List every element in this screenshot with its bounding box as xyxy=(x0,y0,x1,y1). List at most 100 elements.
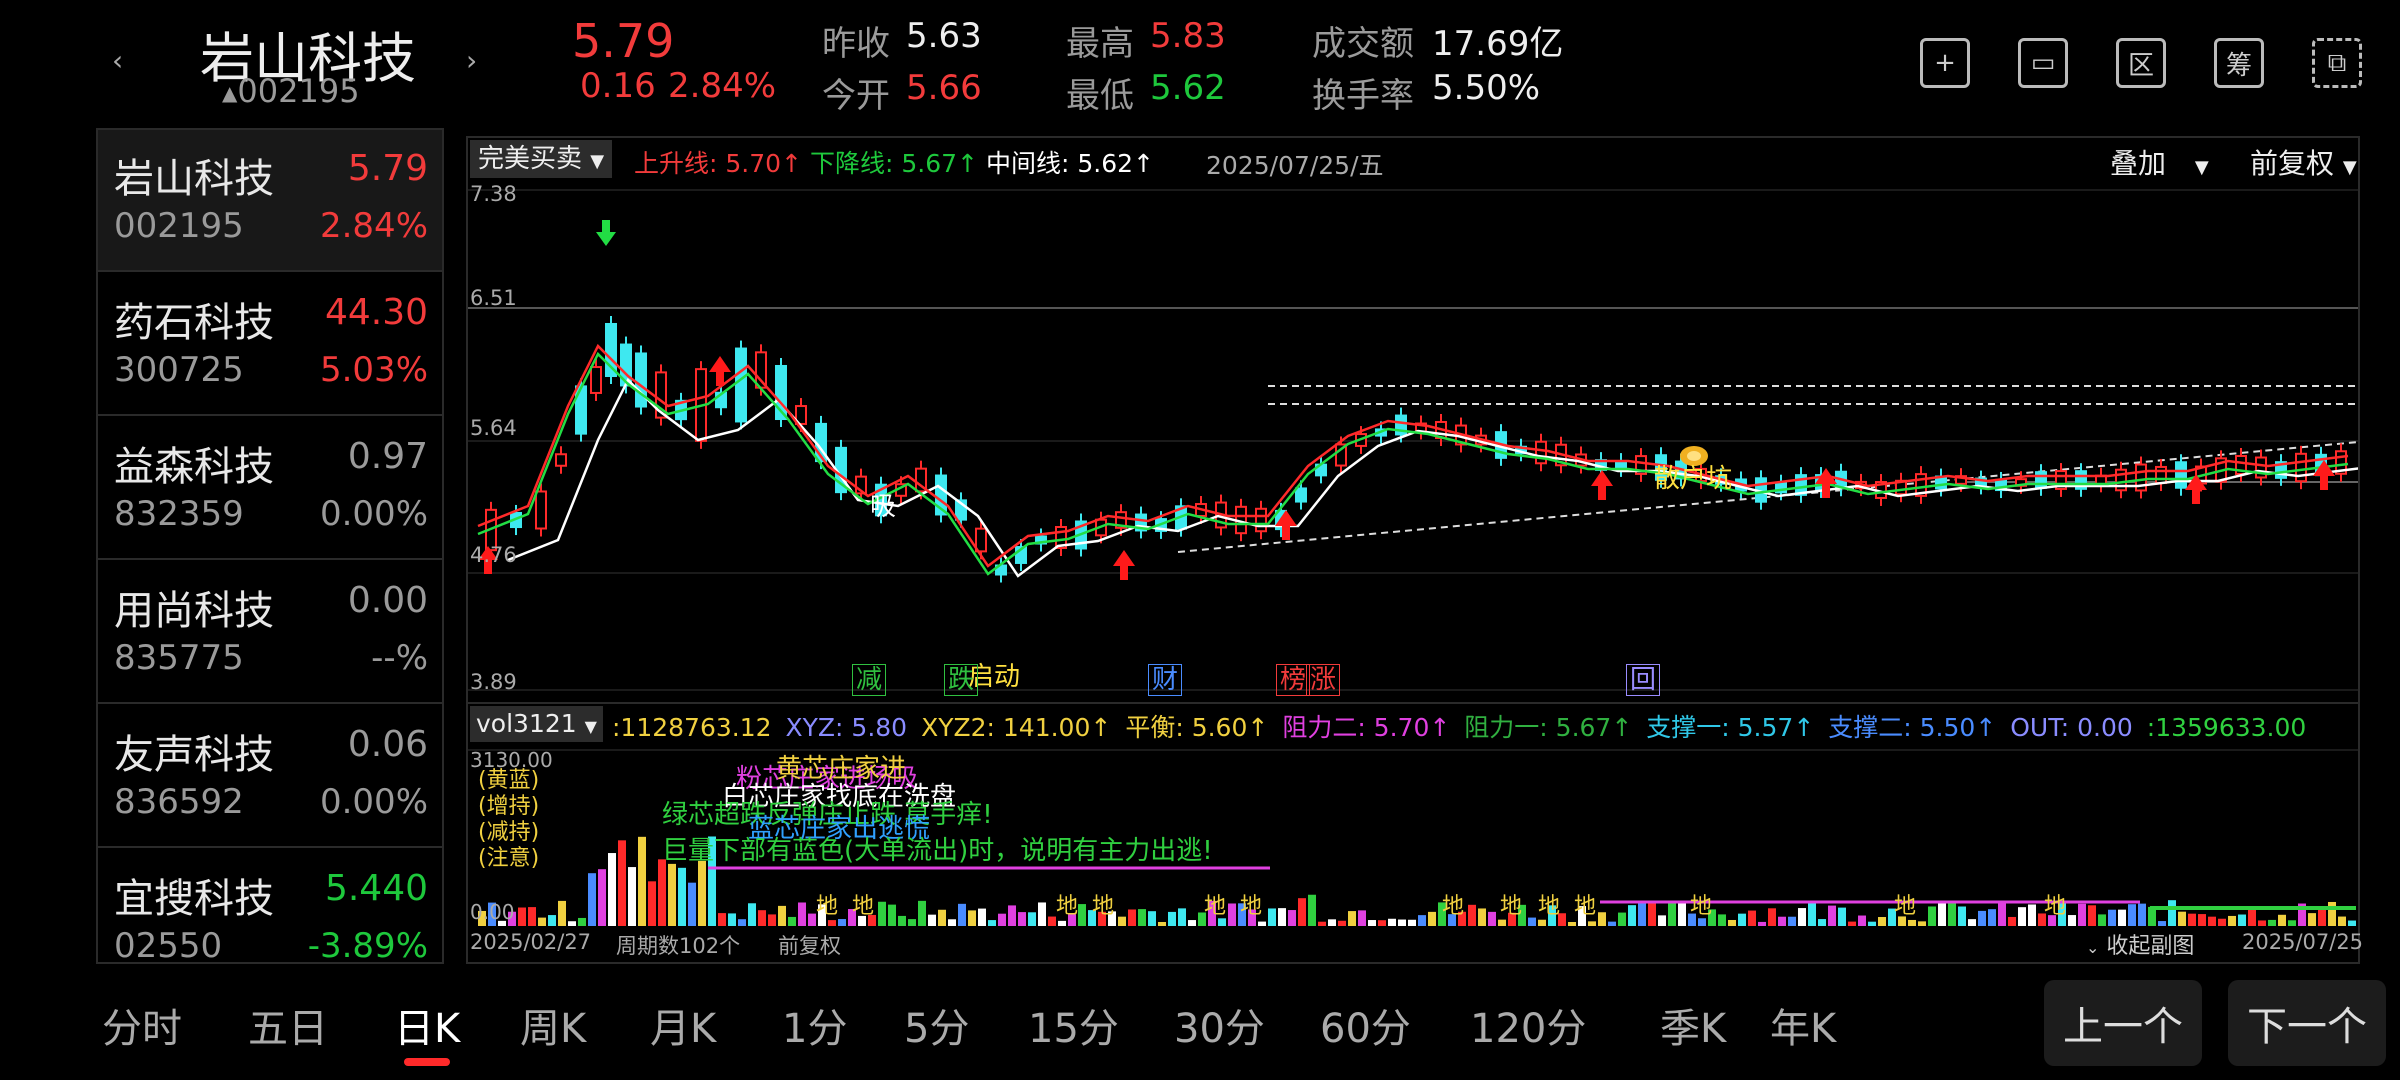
volume-bar xyxy=(888,904,896,926)
region-icon[interactable]: 区 xyxy=(2116,38,2166,88)
collapse-label: 收起副图 xyxy=(2106,934,2195,959)
watchlist-item[interactable]: 益森科技 832359 0.97 0.00% xyxy=(98,418,442,560)
tab-timeshare[interactable]: 分时 xyxy=(102,996,182,1054)
open-value: 5.66 xyxy=(906,68,982,108)
tab-120min[interactable]: 120分 xyxy=(1470,996,1586,1054)
watchlist-item[interactable]: 药石科技 300725 44.30 5.03% xyxy=(98,274,442,416)
volume-bar xyxy=(828,920,836,926)
volume-bar xyxy=(1378,920,1386,926)
prev-stock-arrow-icon[interactable]: ‹ xyxy=(112,44,123,77)
volume-bar xyxy=(878,901,886,926)
prev-button[interactable]: 上一个 xyxy=(2044,980,2202,1066)
high-value: 5.83 xyxy=(1150,16,1226,56)
watchlist-item[interactable]: 友声科技 836592 0.06 0.00% xyxy=(98,706,442,848)
tab-1min[interactable]: 1分 xyxy=(782,996,847,1054)
candle xyxy=(2175,461,2187,489)
watchlist-item[interactable]: 宜搜科技 02550 5.440 -3.89% xyxy=(98,850,442,964)
watchlist-item-name: 益森科技 xyxy=(114,444,274,490)
tab-five-day[interactable]: 五日 xyxy=(248,996,328,1054)
collapse-subchart-button[interactable]: ⌄ 收起副图 xyxy=(2086,928,2194,960)
di-marker: 地 xyxy=(1092,894,1115,919)
badge-return[interactable]: 回 xyxy=(1626,664,1661,696)
badge-list[interactable]: 榜 xyxy=(1276,664,1311,696)
candle xyxy=(1535,440,1547,465)
volume-bar xyxy=(998,913,1006,926)
sub-indicator-value: XYZ2: 141.00↑ xyxy=(921,713,1112,742)
tab-30min[interactable]: 30分 xyxy=(1174,996,1265,1054)
volume-bar xyxy=(1388,918,1396,926)
watchlist-item[interactable]: 岩山科技 002195 5.79 2.84% xyxy=(98,130,442,272)
di-marker: 地 xyxy=(1240,894,1263,919)
add-icon[interactable]: + xyxy=(1920,38,1970,88)
volume-bar xyxy=(638,836,646,926)
candle xyxy=(1255,507,1267,533)
volume-bar xyxy=(1288,910,1296,926)
tab-month-k[interactable]: 月K xyxy=(650,996,716,1054)
y-label: 5.64 xyxy=(470,416,517,440)
candle xyxy=(535,490,547,530)
tab-60min[interactable]: 60分 xyxy=(1320,996,1411,1054)
tab-day-k[interactable]: 日K xyxy=(394,996,460,1054)
watchlist-item-code: 02550 xyxy=(114,926,223,964)
chip-icon[interactable]: 筹 xyxy=(2214,38,2264,88)
tab-15min[interactable]: 15分 xyxy=(1028,996,1119,1054)
volume-bar xyxy=(518,907,526,926)
sub-indicator-select[interactable]: vol3121 ▼ xyxy=(470,706,603,742)
candlestick-chart[interactable] xyxy=(468,180,2358,698)
volume-bar xyxy=(2158,921,2166,926)
volume-bar xyxy=(1948,902,1956,926)
overlay-button[interactable]: 叠加 ▼ xyxy=(2110,142,2209,182)
y-label-bottom: 3.89 xyxy=(470,670,517,694)
candle xyxy=(2155,465,2167,485)
volume-bar xyxy=(668,863,676,926)
indicator-select[interactable]: 完美买卖 ▼ xyxy=(470,140,613,178)
volume-bar xyxy=(1828,905,1836,926)
ma-red-line xyxy=(477,343,2349,568)
candle xyxy=(975,527,987,553)
watchlist-item-name: 药石科技 xyxy=(114,300,274,346)
volume-bar xyxy=(1958,906,1966,926)
volume-bar xyxy=(1878,917,1886,926)
badge-reduce[interactable]: 减 xyxy=(852,664,887,696)
volume-bar xyxy=(1418,915,1426,926)
next-button[interactable]: 下一个 xyxy=(2228,980,2386,1066)
indicator-select-label: 完美买卖 xyxy=(478,144,583,174)
volume-bar xyxy=(1528,917,1536,926)
volume-bar xyxy=(1028,912,1036,926)
volume-bar xyxy=(2168,900,2176,926)
volume-bar xyxy=(1148,911,1156,926)
volume-bar xyxy=(1408,919,1416,926)
tab-season-k[interactable]: 季K xyxy=(1660,996,1726,1054)
amount-label: 成交额 xyxy=(1312,24,1414,64)
volume-bar xyxy=(1728,919,1736,926)
volume-bar xyxy=(2018,907,2026,926)
volume-bar xyxy=(678,867,686,926)
device-switch-icon[interactable]: ⧉ xyxy=(2312,38,2362,88)
badge-rise[interactable]: 涨 xyxy=(1306,664,1341,696)
watchlist-item[interactable]: 用尚科技 835775 0.00 --% xyxy=(98,562,442,704)
dropdown-caret-icon: ▼ xyxy=(584,717,597,736)
badge-finance[interactable]: 财 xyxy=(1148,664,1183,696)
volume-bar xyxy=(2088,905,2096,926)
volume-bar xyxy=(2198,914,2206,926)
volume-bar xyxy=(788,916,796,926)
volume-bar xyxy=(1758,921,1766,926)
tab-year-k[interactable]: 年K xyxy=(1770,996,1836,1054)
volume-bar xyxy=(1338,920,1346,926)
next-stock-arrow-icon[interactable]: › xyxy=(466,44,477,77)
di-marker: 地 xyxy=(1056,894,1079,919)
volume-bar xyxy=(1568,921,1576,926)
di-marker: 地 xyxy=(852,894,875,919)
tab-5min[interactable]: 5分 xyxy=(904,996,969,1054)
sub-indicator-select-label: vol3121 xyxy=(476,709,577,738)
volume-bar xyxy=(2238,914,2246,926)
adjust-button[interactable]: 前复权 ▼ xyxy=(2250,142,2357,182)
di-marker: 地 xyxy=(1894,894,1917,919)
volume-bar xyxy=(2258,920,2266,926)
volume-bar xyxy=(1138,909,1146,926)
volume-bar xyxy=(1048,916,1056,926)
window-icon[interactable]: ▭ xyxy=(2018,38,2068,88)
tab-week-k[interactable]: 周K xyxy=(520,996,586,1054)
badge-fall[interactable]: 跌 xyxy=(944,664,979,696)
volume-bar xyxy=(528,907,536,926)
